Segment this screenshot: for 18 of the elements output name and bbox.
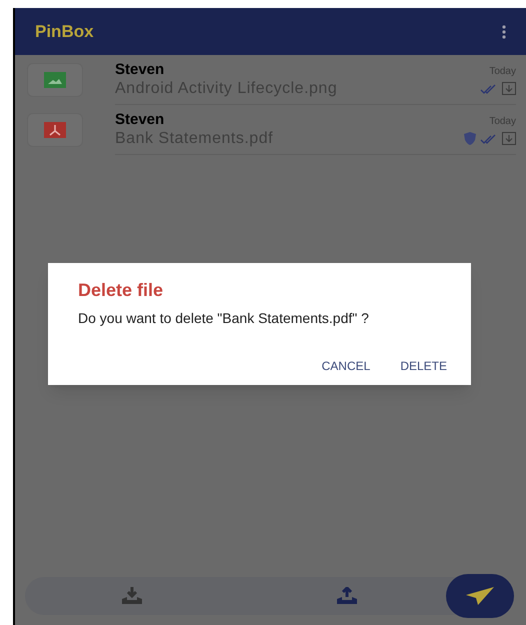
image-icon [44,72,66,88]
paper-plane-icon [466,587,494,605]
download-icon[interactable] [502,82,516,95]
double-check-icon [480,84,498,94]
sender-name: Steven [115,110,166,128]
pdf-icon [44,122,66,138]
dialog-message: Do you want to delete "Bank Statements.pdf" ? [78,309,370,328]
double-check-icon [480,134,498,144]
dialog-title: Delete file [78,279,164,302]
download-icon[interactable] [502,132,516,145]
upload-tray-icon[interactable] [336,587,358,605]
dialog-button[interactable]: CANCEL [322,357,370,375]
send-button[interactable] [446,574,514,618]
more-options-icon[interactable] [502,24,506,38]
app-title: PinBox [35,20,94,43]
dialog-button[interactable]: DELETE [400,357,447,375]
sender-name: Steven [115,60,166,78]
download-tray-icon[interactable] [121,587,144,605]
